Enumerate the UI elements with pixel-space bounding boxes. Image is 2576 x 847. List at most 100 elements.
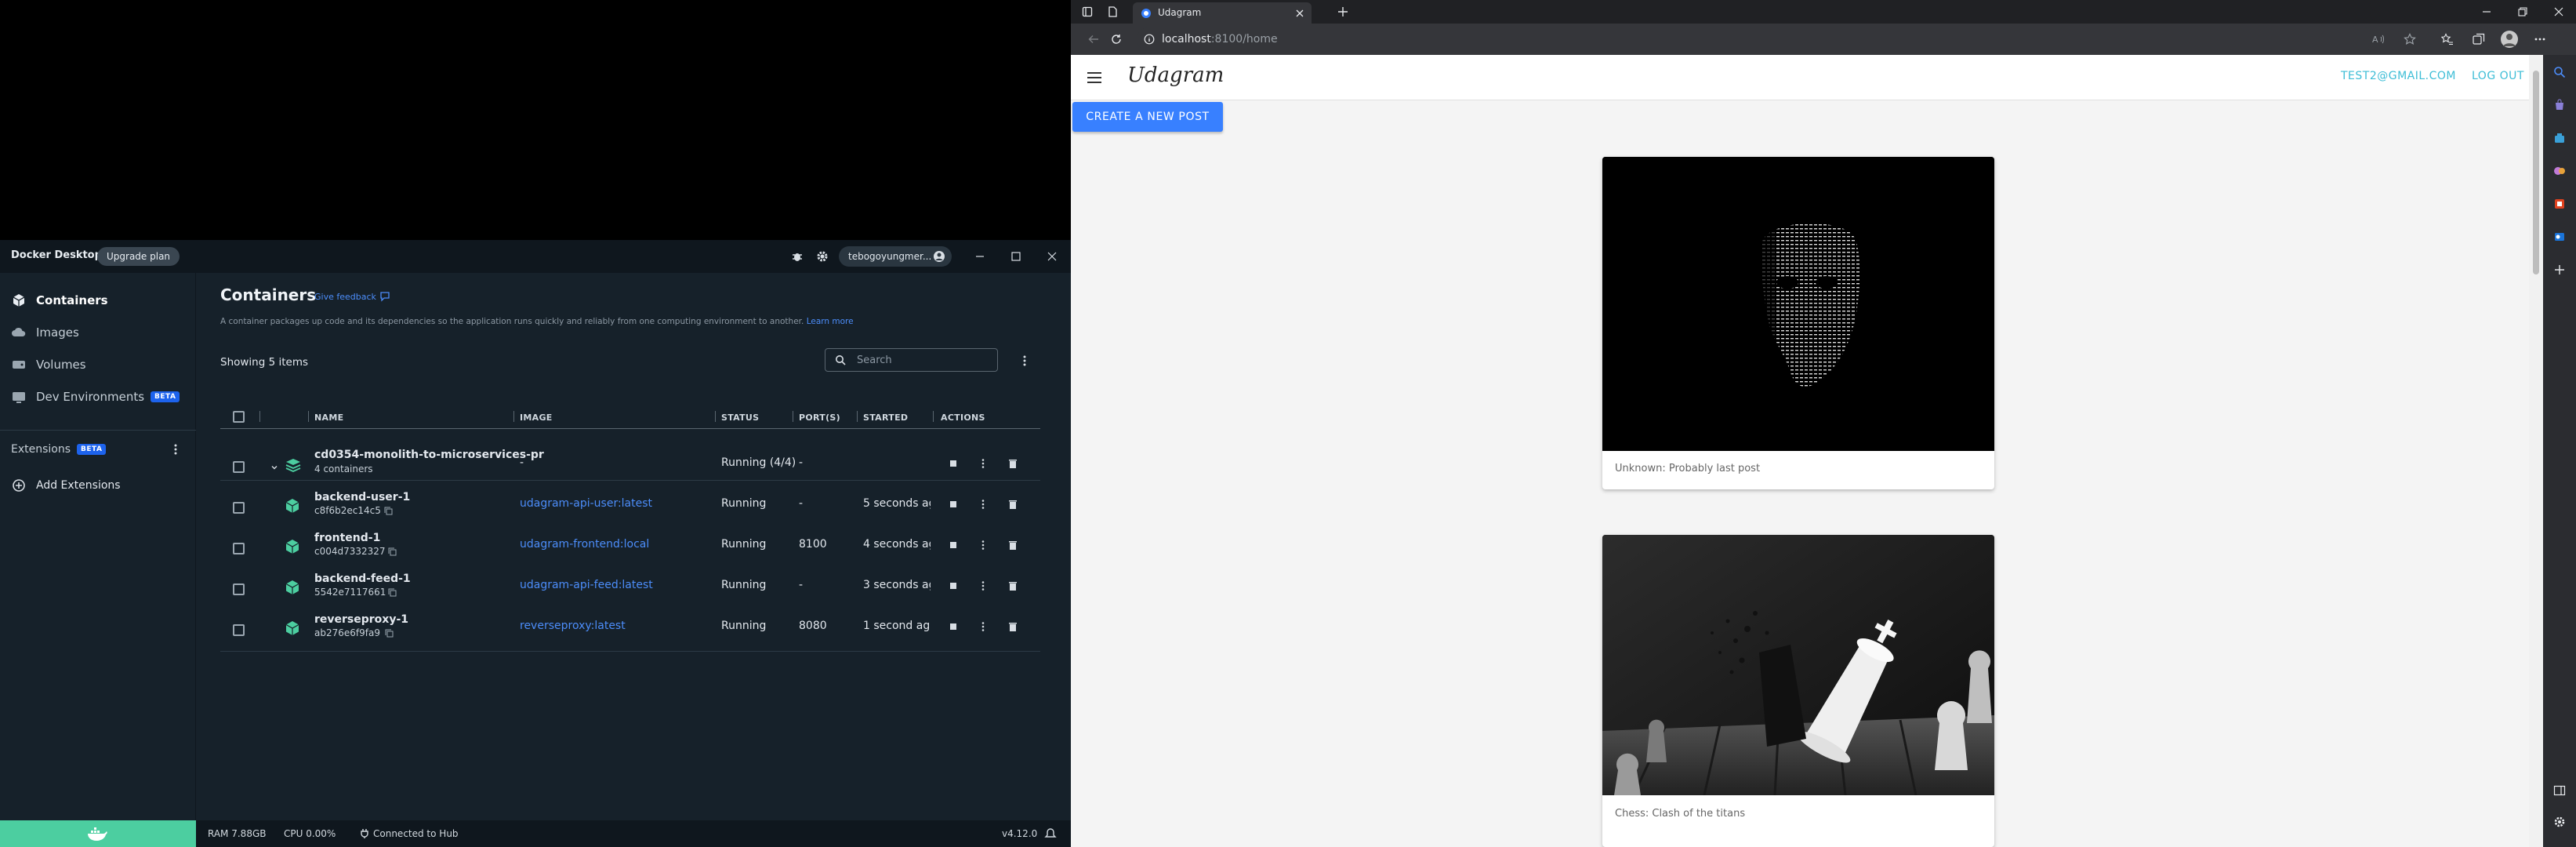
new-tab-icon[interactable] [1337,6,1348,17]
notifications-icon[interactable] [1044,827,1057,840]
column-header-image[interactable]: IMAGE [520,413,553,423]
add-icon[interactable] [2553,264,2566,276]
container-image[interactable]: udagram-api-user:latest [520,497,652,510]
new-page-icon[interactable] [1107,6,1118,17]
gear-icon[interactable] [2553,816,2566,828]
favorites-icon[interactable] [2441,33,2454,45]
maximize-icon[interactable] [1010,250,1022,263]
close-icon[interactable] [1046,250,1058,263]
tab-close-icon[interactable] [1296,9,1304,17]
stop-icon[interactable] [948,621,959,632]
search-icon[interactable] [2553,66,2566,78]
engine-status-indicator[interactable] [0,820,196,847]
container-image[interactable]: udagram-frontend:local [520,538,649,551]
more-icon[interactable] [978,540,989,551]
outlook-icon[interactable] [2553,231,2566,243]
trash-icon[interactable] [1007,540,1018,551]
give-feedback-link[interactable]: Give feedback [314,291,390,302]
search-input[interactable]: Search [857,354,892,366]
favorite-star-icon[interactable] [2404,33,2416,45]
copy-icon[interactable] [388,588,397,597]
user-email-button[interactable]: TEST2@GMAIL.COM [2341,70,2456,82]
volumes-icon [13,361,25,369]
office-icon[interactable] [2553,198,2566,210]
tools-icon[interactable] [2553,132,2566,144]
container-name[interactable]: backend-user-1 [314,491,410,503]
collections-icon[interactable] [2473,33,2485,45]
settings-more-icon[interactable] [2534,35,2546,44]
sidebar-item-dev-environments[interactable]: Dev Environments BETA [11,387,180,407]
create-post-button[interactable]: CREATE A NEW POST [1072,102,1223,132]
column-header-status[interactable]: STATUS [721,413,759,423]
post-image[interactable] [1602,157,1994,451]
table-options-icon[interactable] [1018,354,1031,367]
row-checkbox[interactable] [233,583,245,595]
bug-icon[interactable] [791,250,804,263]
copy-icon[interactable] [384,507,393,515]
sidebar-toggle-icon[interactable] [2553,784,2566,797]
logout-button[interactable]: LOG OUT [2472,70,2524,82]
column-header-started[interactable]: STARTED [863,413,908,423]
minimize-icon[interactable] [2482,7,2491,16]
page-scrollbar[interactable] [2529,55,2543,847]
row-checkbox[interactable] [233,543,245,554]
hamburger-menu-icon[interactable] [1087,72,1101,83]
tab-udagram[interactable]: Udagram [1133,2,1312,24]
games-icon[interactable] [2553,165,2566,177]
user-account-menu[interactable]: tebogoyungmer... [839,246,952,267]
sidebar-item-containers[interactable]: Containers [11,290,108,311]
stop-icon[interactable] [948,540,959,551]
info-icon[interactable] [1144,34,1155,45]
restore-icon[interactable] [2518,7,2527,16]
stop-icon[interactable] [948,458,959,469]
sidebar-item-volumes[interactable]: Volumes [11,354,86,375]
more-icon[interactable] [978,499,989,510]
container-name[interactable]: cd0354-monolith-to-microservices-pr [314,449,544,461]
trash-icon[interactable] [1007,458,1018,469]
kebab-menu-icon[interactable] [169,443,182,456]
gear-icon[interactable] [816,250,829,263]
container-name[interactable]: frontend-1 [314,532,380,544]
sidebar-item-images[interactable]: Images [11,322,79,343]
container-ports[interactable]: 8100 [799,538,827,551]
profile-avatar[interactable] [2501,31,2518,48]
column-header-name[interactable]: NAME [314,413,343,423]
address-bar[interactable]: localhost:8100/home [1137,27,2375,51]
trash-icon[interactable] [1007,580,1018,591]
trash-icon[interactable] [1007,621,1018,632]
brand-logo[interactable]: Udagram [1127,64,1224,87]
learn-more-link[interactable]: Learn more [807,317,854,326]
container-image[interactable]: reverseproxy:latest [520,620,626,632]
stop-icon[interactable] [948,580,959,591]
container-name[interactable]: reverseproxy-1 [314,613,408,626]
more-icon[interactable] [978,580,989,591]
copy-icon[interactable] [385,629,394,638]
upgrade-plan-button[interactable]: Upgrade plan [97,247,180,266]
row-checkbox[interactable] [233,624,245,636]
tab-actions-icon[interactable] [1082,6,1093,17]
more-icon[interactable] [978,621,989,632]
container-name[interactable]: backend-feed-1 [314,573,411,585]
chevron-down-icon[interactable] [270,463,279,472]
copy-icon[interactable] [388,547,397,556]
add-extensions-button[interactable]: Add Extensions [11,475,121,496]
row-checkbox[interactable] [233,502,245,514]
stop-icon[interactable] [948,499,959,510]
favicon-icon [1141,9,1151,18]
shopping-icon[interactable] [2553,99,2566,111]
more-icon[interactable] [978,458,989,469]
refresh-icon[interactable] [1111,34,1122,45]
trash-icon[interactable] [1007,499,1018,510]
container-image[interactable]: udagram-api-feed:latest [520,579,653,591]
search-box[interactable]: Search [825,348,998,372]
select-all-checkbox[interactable] [233,411,245,423]
minimize-icon[interactable] [974,250,986,263]
read-aloud-icon[interactable]: A [2372,34,2385,45]
close-icon[interactable] [2554,7,2563,16]
column-header-ports[interactable]: PORT(S) [799,413,840,423]
row-checkbox[interactable] [233,461,245,473]
container-ports[interactable]: 8080 [799,620,827,632]
back-icon[interactable] [1088,34,1099,45]
scrollbar-thumb[interactable] [2533,71,2539,274]
post-image[interactable] [1602,535,1994,795]
